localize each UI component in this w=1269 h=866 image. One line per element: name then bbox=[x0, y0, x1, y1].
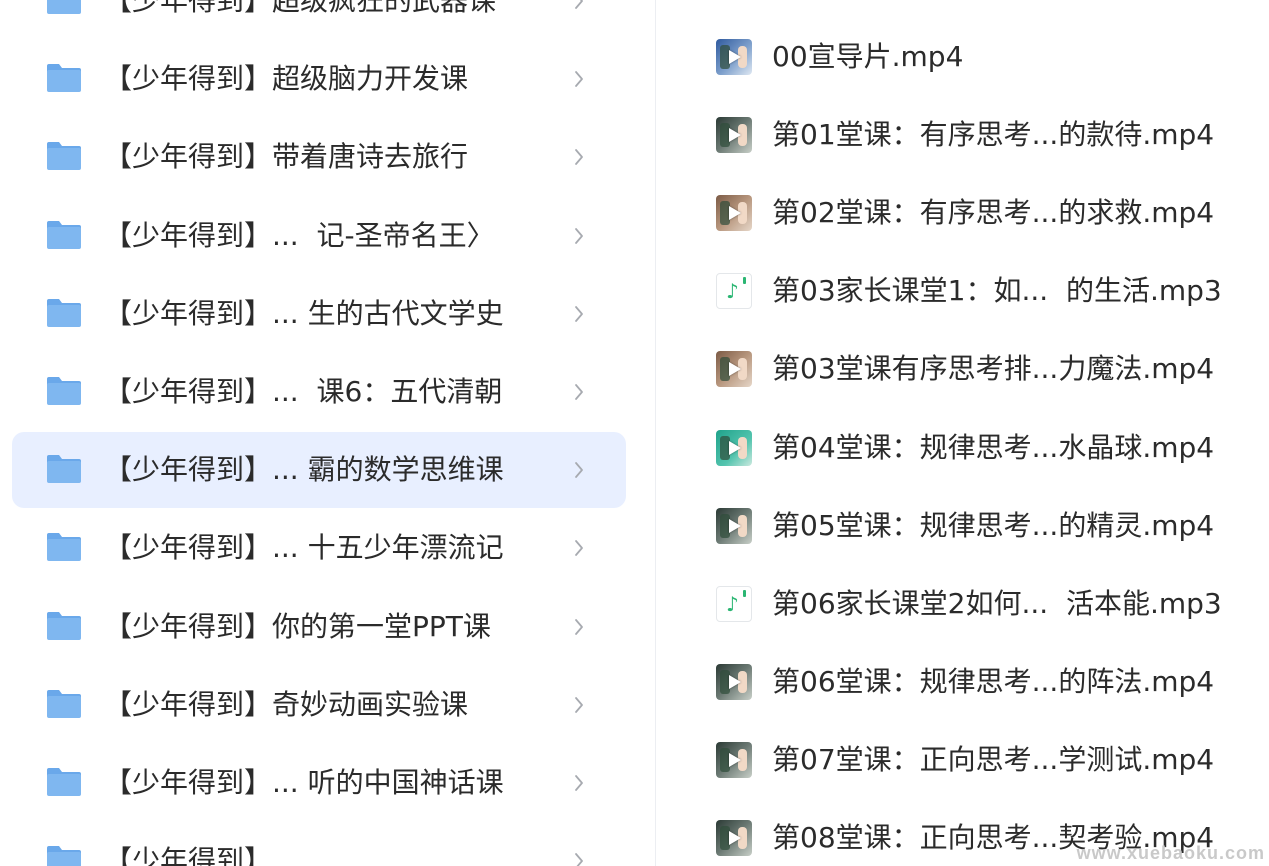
file-name: 第05堂课：规律思考...的精灵.mp4 bbox=[772, 508, 1215, 542]
file-name: 第03堂课有序思考排...力魔法.mp4 bbox=[772, 352, 1215, 386]
file-name: 第06家长课堂2如何... 活本能.mp3 bbox=[772, 586, 1222, 620]
video-thumbnail-icon bbox=[716, 351, 752, 388]
folder-label: 【少年得到】... 十五少年漂流记 bbox=[104, 531, 504, 565]
audio-mark bbox=[743, 277, 746, 285]
play-icon bbox=[729, 362, 741, 377]
audio-file-icon: ♪ bbox=[716, 273, 752, 310]
folder-label: 【少年得到】... 听的中国神话课 bbox=[104, 766, 504, 799]
file-name: 第02堂课：有序思考...的求救.mp4 bbox=[772, 196, 1215, 230]
folder-row[interactable]: 【少年得到】超级脑力开发课 bbox=[12, 41, 626, 117]
music-note-icon: ♪ bbox=[726, 279, 739, 304]
play-icon bbox=[729, 50, 741, 64]
folder-label: 【少年得到】... 课6：五代清朝 bbox=[104, 375, 503, 408]
folder-row[interactable]: 【少年得到】... 记-圣帝名王〉 bbox=[12, 198, 626, 274]
file-row[interactable]: 第05堂课：规律思考...的精灵.mp4 bbox=[656, 496, 1269, 556]
folder-row[interactable]: 【少年得到】... 课6：五代清朝 bbox=[12, 354, 626, 430]
chevron-right-icon[interactable] bbox=[571, 218, 587, 254]
folder-icon bbox=[47, 533, 81, 562]
folder-icon bbox=[47, 455, 81, 484]
chevron-right-icon[interactable] bbox=[571, 530, 587, 566]
folder-label: 【少年得到】... 记-圣帝名王〉 bbox=[104, 218, 495, 252]
file-name: 第06堂课：规律思考...的阵法.mp4 bbox=[772, 664, 1215, 698]
folder-icon bbox=[47, 298, 81, 327]
chevron-right-icon[interactable] bbox=[571, 0, 587, 19]
file-row[interactable]: ♪ 第03家长课堂1：如... 的生活.mp3 bbox=[656, 261, 1269, 321]
chevron-right-icon[interactable] bbox=[571, 843, 587, 866]
watermark: www.xuebaoku.com bbox=[1076, 843, 1265, 863]
file-name: 第03家长课堂1：如... 的生活.mp3 bbox=[772, 274, 1222, 308]
video-thumbnail-icon bbox=[716, 663, 752, 700]
chevron-right-icon[interactable] bbox=[571, 374, 587, 410]
audio-mark bbox=[743, 589, 746, 597]
folder-label: 【少年得到】... 霸的数学思维课 bbox=[104, 453, 504, 487]
file-row[interactable]: 第04堂课：规律思考...水晶球.mp4 bbox=[656, 418, 1269, 478]
chevron-right-icon[interactable] bbox=[571, 139, 587, 175]
folder-row[interactable]: 【少年得到】... 生的古代文学史 bbox=[12, 276, 626, 352]
file-row[interactable]: 第02堂课：有序思考...的求救.mp4 bbox=[656, 183, 1269, 243]
folder-icon bbox=[47, 377, 81, 405]
folder-label: 【少年得到】超级疯狂的武器课 bbox=[104, 0, 497, 17]
video-thumbnail-icon bbox=[716, 741, 752, 778]
chevron-right-icon[interactable] bbox=[571, 61, 587, 97]
folder-row[interactable]: 【少年得到】... bbox=[12, 823, 626, 866]
folder-icon bbox=[47, 0, 81, 14]
folder-row[interactable]: 【少年得到】奇妙动画实验课 bbox=[12, 667, 626, 743]
folder-row[interactable]: 【少年得到】... 霸的数学思维课 bbox=[12, 432, 626, 509]
folder-label: 【少年得到】超级脑力开发课 bbox=[104, 62, 469, 96]
folder-icon bbox=[47, 689, 81, 718]
folder-label: 【少年得到】带着唐诗去旅行 bbox=[104, 140, 469, 174]
folder-label: 【少年得到】... 生的古代文学史 bbox=[104, 296, 504, 330]
video-thumbnail-icon bbox=[716, 117, 752, 154]
file-name: 第04堂课：规律思考...水晶球.mp4 bbox=[772, 430, 1215, 464]
file-row[interactable]: 第01堂课：有序思考...的款待.mp4 bbox=[656, 105, 1269, 165]
folder-label: 【少年得到】你的第一堂PPT课 bbox=[104, 609, 491, 643]
video-thumbnail-icon bbox=[716, 39, 752, 75]
play-icon bbox=[729, 206, 741, 221]
music-note-icon: ♪ bbox=[726, 591, 739, 616]
audio-file-icon: ♪ bbox=[716, 585, 752, 622]
folder-label: 【少年得到】... bbox=[104, 844, 299, 866]
file-row[interactable]: 第07堂课：正向思考...学测试.mp4 bbox=[656, 730, 1269, 790]
file-row[interactable]: 第06堂课：规律思考...的阵法.mp4 bbox=[656, 652, 1269, 712]
chevron-right-icon[interactable] bbox=[571, 765, 587, 801]
file-name: 第07堂课：正向思考...学测试.mp4 bbox=[772, 742, 1215, 776]
play-icon bbox=[729, 831, 741, 845]
file-row[interactable]: 00宣导片.mp4 bbox=[656, 27, 1269, 87]
folder-row[interactable]: 【少年得到】带着唐诗去旅行 bbox=[12, 119, 626, 195]
play-icon bbox=[729, 674, 741, 689]
chevron-right-icon[interactable] bbox=[571, 609, 587, 645]
folder-icon bbox=[47, 846, 81, 866]
folder-icon bbox=[47, 64, 81, 93]
file-list-pane: 00宣导片.mp4 第01堂课：有序思考...的款待.mp4 第02堂课：有序思考.… bbox=[656, 0, 1269, 866]
video-thumbnail-icon bbox=[716, 195, 752, 232]
folder-row[interactable]: 【少年得到】你的第一堂PPT课 bbox=[12, 589, 626, 665]
folder-icon bbox=[47, 611, 81, 640]
folder-icon bbox=[47, 142, 81, 171]
chevron-right-icon[interactable] bbox=[571, 687, 587, 723]
play-icon bbox=[729, 128, 741, 143]
chevron-right-icon[interactable] bbox=[571, 452, 587, 488]
folder-icon bbox=[47, 768, 81, 796]
folder-label: 【少年得到】奇妙动画实验课 bbox=[104, 687, 469, 721]
file-row[interactable]: 第03堂课有序思考排...力魔法.mp4 bbox=[656, 339, 1269, 399]
video-thumbnail-icon bbox=[716, 820, 752, 856]
chevron-right-icon[interactable] bbox=[571, 296, 587, 332]
folder-icon bbox=[47, 220, 81, 249]
play-icon bbox=[729, 752, 741, 767]
file-name: 第01堂课：有序思考...的款待.mp4 bbox=[772, 118, 1215, 152]
folder-row[interactable]: 【少年得到】... 十五少年漂流记 bbox=[12, 510, 626, 586]
play-icon bbox=[729, 518, 741, 533]
folder-list-pane: 【少年得到】超级疯狂的武器课【少年得到】超级脑力开发课 【少年得到】带着唐诗去旅行… bbox=[0, 0, 656, 866]
folder-row[interactable]: 【少年得到】超级疯狂的武器课 bbox=[12, 0, 626, 39]
video-thumbnail-icon bbox=[716, 507, 752, 544]
file-name: 00宣导片.mp4 bbox=[772, 40, 964, 73]
video-thumbnail-icon bbox=[716, 429, 752, 466]
file-row[interactable]: ♪ 第06家长课堂2如何... 活本能.mp3 bbox=[656, 574, 1269, 634]
play-icon bbox=[729, 440, 741, 455]
folder-row[interactable]: 【少年得到】... 听的中国神话课 bbox=[12, 745, 626, 821]
